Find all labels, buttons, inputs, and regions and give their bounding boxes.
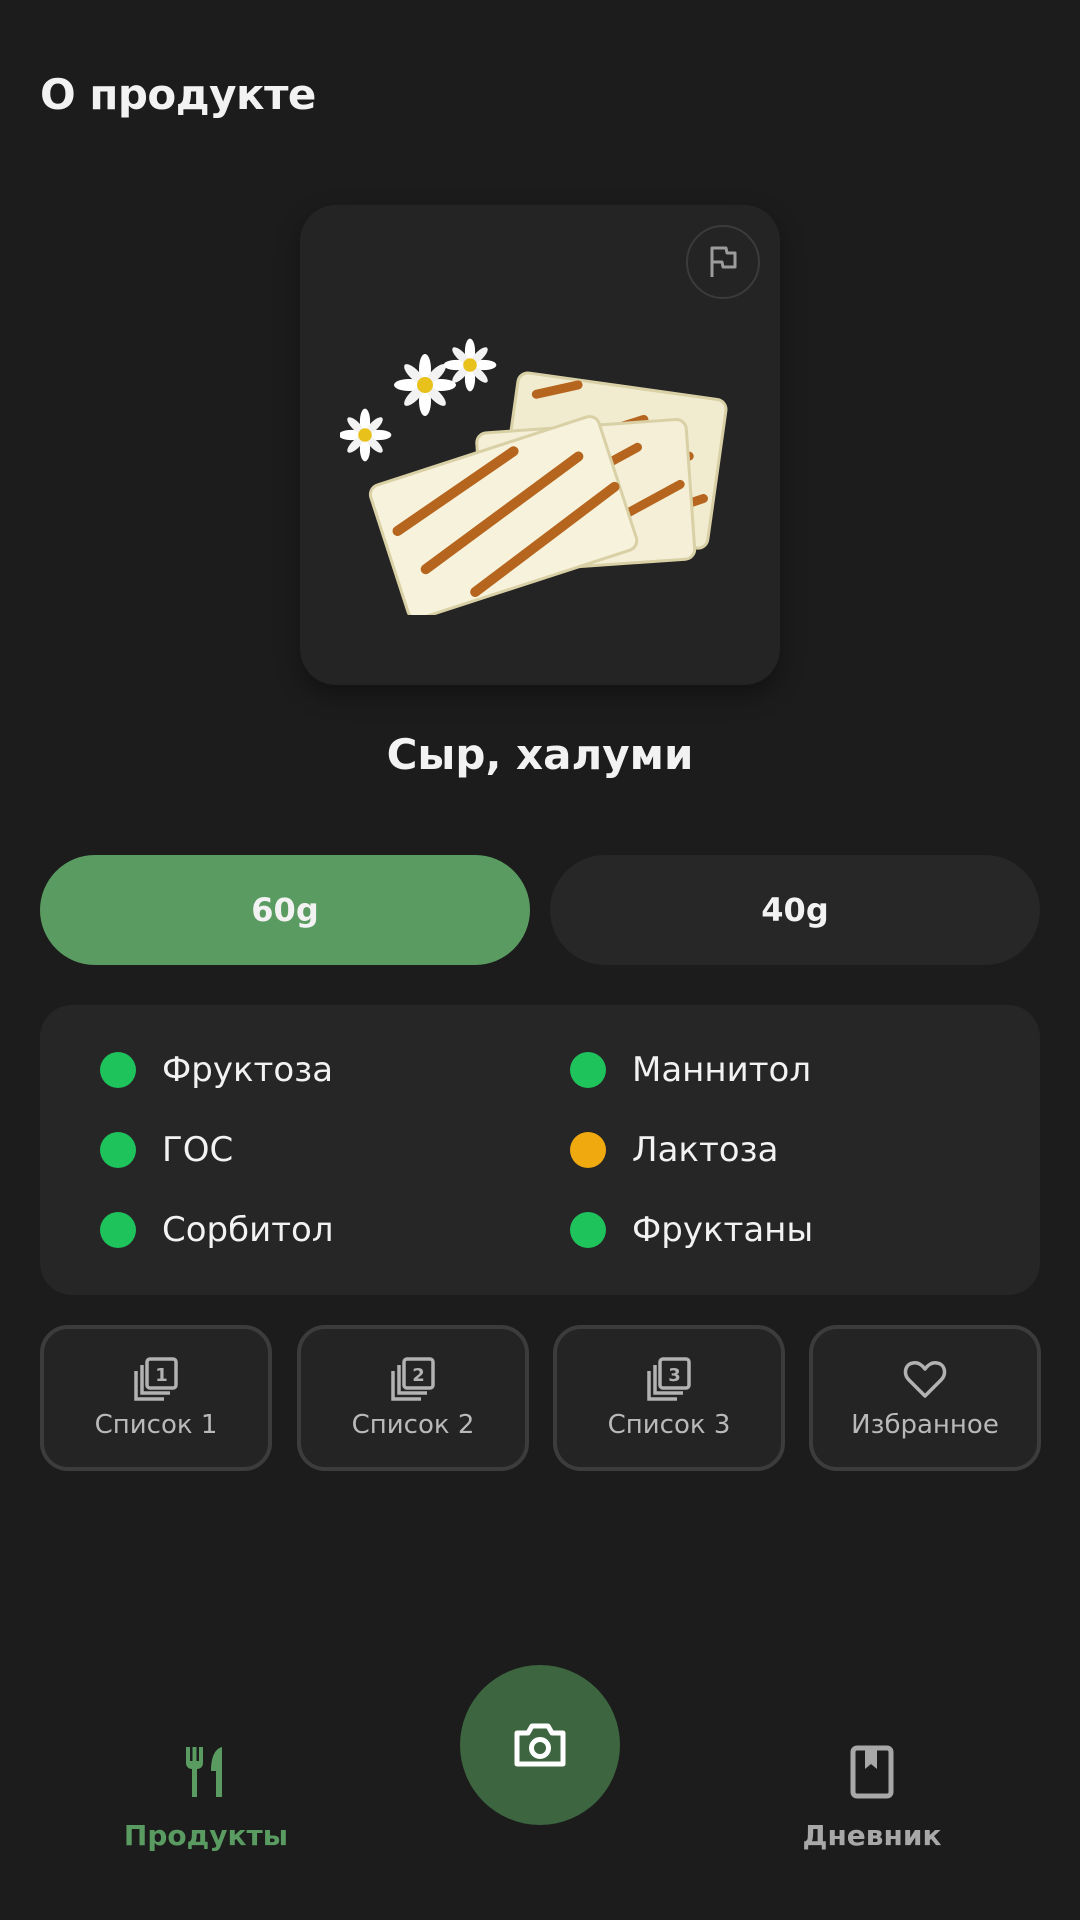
fodmap-item-fructose: Фруктоза xyxy=(100,1040,333,1100)
svg-text:1: 1 xyxy=(155,1365,168,1386)
report-flag-button[interactable] xyxy=(686,225,760,299)
status-dot xyxy=(570,1052,606,1088)
product-name: Сыр, халуми xyxy=(386,730,694,779)
status-dot xyxy=(100,1212,136,1248)
nav-diary[interactable]: Дневник xyxy=(742,1745,1002,1852)
favorites-button[interactable]: Избранное xyxy=(809,1325,1041,1471)
list-2-icon: 2 xyxy=(391,1357,435,1401)
fodmap-label: Фруктаны xyxy=(632,1210,814,1250)
fork-knife-icon xyxy=(186,1747,222,1797)
fodmap-item-gos: ГОС xyxy=(100,1120,233,1180)
camera-icon xyxy=(514,1723,566,1767)
heart-icon xyxy=(903,1361,947,1398)
status-dot xyxy=(100,1052,136,1088)
halloumi-cheese-image xyxy=(340,338,728,615)
page-title: О продукте xyxy=(40,70,316,119)
list-3-icon: 3 xyxy=(647,1357,691,1401)
svg-text:3: 3 xyxy=(668,1365,681,1386)
camera-button[interactable] xyxy=(460,1665,620,1825)
status-dot xyxy=(570,1132,606,1168)
diary-book-icon xyxy=(850,1745,894,1799)
list-2-label: Список 2 xyxy=(351,1410,475,1440)
status-dot xyxy=(570,1212,606,1248)
list-2-button[interactable]: 2 Список 2 xyxy=(297,1325,529,1471)
fodmap-panel: Фруктоза Маннитол ГОС Лактоза Сорбитол Ф… xyxy=(40,1005,1040,1295)
portion-40g-button[interactable]: 40g xyxy=(550,855,1040,965)
svg-text:2: 2 xyxy=(412,1365,425,1386)
list-1-label: Список 1 xyxy=(94,1410,218,1440)
fodmap-label: Лактоза xyxy=(632,1130,779,1170)
nav-diary-label: Дневник xyxy=(802,1819,942,1852)
list-3-button[interactable]: 3 Список 3 xyxy=(553,1325,785,1471)
nav-products-label: Продукты xyxy=(123,1819,289,1852)
portion-60g-button[interactable]: 60g xyxy=(40,855,530,965)
fodmap-label: ГОС xyxy=(162,1130,234,1170)
list-1-icon: 1 xyxy=(134,1357,178,1401)
status-dot xyxy=(100,1132,136,1168)
fodmap-item-mannitol: Маннитол xyxy=(570,1040,811,1100)
fodmap-item-sorbitol: Сорбитол xyxy=(100,1200,334,1260)
fodmap-label: Сорбитол xyxy=(162,1210,334,1250)
favorites-label: Избранное xyxy=(851,1410,999,1440)
nav-products[interactable]: Продукты xyxy=(76,1745,336,1852)
list-3-label: Список 3 xyxy=(607,1410,731,1440)
product-image-card xyxy=(300,205,780,685)
fodmap-item-fructans: Фруктаны xyxy=(570,1200,813,1260)
list-1-button[interactable]: 1 Список 1 xyxy=(40,1325,272,1471)
fodmap-label: Фруктоза xyxy=(162,1050,334,1090)
fodmap-label: Маннитол xyxy=(632,1050,812,1090)
flag-icon xyxy=(710,246,737,277)
fodmap-item-lactose: Лактоза xyxy=(570,1120,778,1180)
